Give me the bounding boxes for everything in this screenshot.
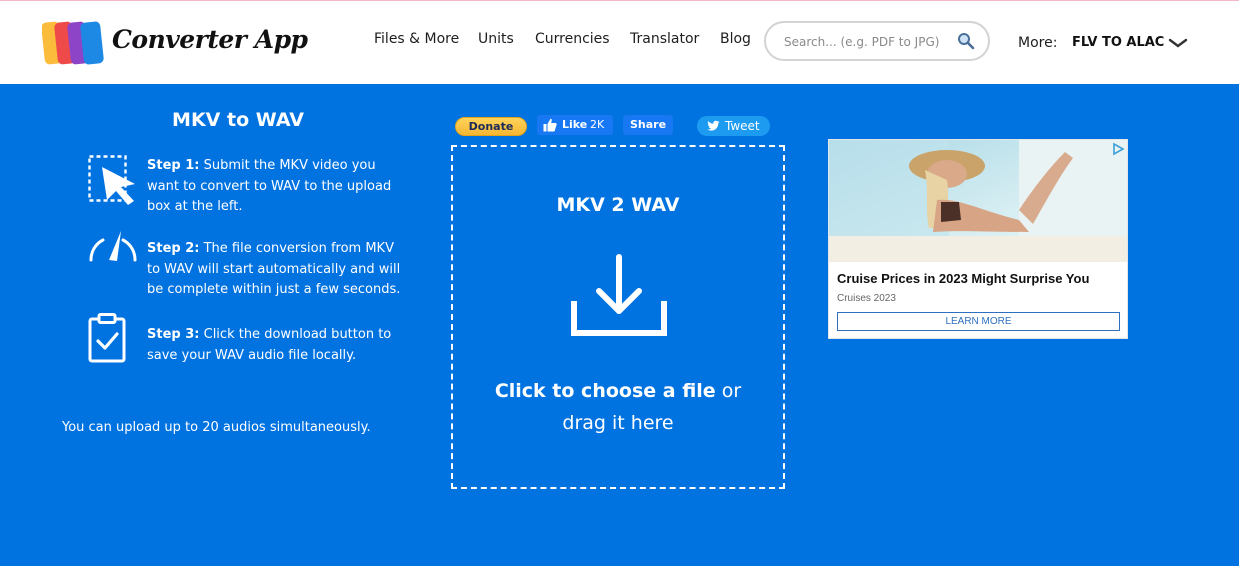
upload-limit-note: You can upload up to 20 audios simultane…	[62, 420, 371, 435]
tweet-button[interactable]: Tweet	[697, 116, 770, 136]
thumbs-up-icon	[543, 118, 557, 132]
choose-file-prompt[interactable]: Click to choose a file or drag it here	[453, 375, 783, 439]
drag-here-text: drag it here	[562, 412, 674, 434]
step-2: Step 2: The file conversion from MKV to …	[147, 239, 409, 301]
brand-name[interactable]: Converter App	[112, 25, 308, 54]
clipboard-check-icon	[88, 313, 126, 363]
site-header: Converter App Files & More Units Currenc…	[0, 1, 1239, 84]
step-2-label: Step 2:	[147, 241, 200, 256]
step-1-label: Step 1:	[147, 158, 200, 173]
nav-units[interactable]: Units	[478, 31, 514, 47]
file-dropzone[interactable]: MKV 2 WAV Click to choose a file or drag…	[451, 145, 785, 489]
advertisement[interactable]: Cruise Prices in 2023 Might Surprise You…	[828, 139, 1128, 339]
step-1: Step 1: Submit the MKV video you want to…	[147, 156, 409, 218]
more-conversion-select[interactable]: FLV TO ALAC	[1072, 35, 1164, 50]
ad-learn-more-button[interactable]: LEARN MORE	[837, 312, 1120, 331]
like-count: 2K	[590, 118, 605, 131]
search-box	[764, 21, 990, 61]
cursor-select-icon	[88, 155, 135, 205]
tweet-label: Tweet	[725, 119, 760, 133]
search-input[interactable]	[784, 32, 954, 52]
facebook-share-button[interactable]: Share	[623, 115, 673, 135]
twitter-bird-icon	[707, 120, 720, 131]
step-3-label: Step 3:	[147, 327, 200, 342]
like-label: Like	[562, 118, 588, 131]
donate-button[interactable]: Donate	[455, 117, 527, 136]
converter-title: MKV 2 WAV	[556, 194, 680, 216]
ad-image[interactable]	[829, 140, 1127, 262]
nav-blog[interactable]: Blog	[720, 31, 751, 47]
nav-translator[interactable]: Translator	[630, 31, 699, 47]
speed-gauge-icon	[89, 231, 137, 262]
ad-title[interactable]: Cruise Prices in 2023 Might Surprise You	[837, 271, 1089, 286]
choose-file-or: or	[715, 380, 742, 402]
nav-currencies[interactable]: Currencies	[535, 31, 610, 47]
choose-file-link[interactable]: Click to choose a file	[495, 380, 716, 402]
nav-files-more[interactable]: Files & More	[374, 31, 459, 47]
more-label: More:	[1018, 35, 1058, 51]
search-icon[interactable]	[957, 32, 975, 50]
page-title: MKV to WAV	[172, 109, 304, 131]
converter-app-logo-icon[interactable]	[42, 20, 104, 66]
facebook-like-button[interactable]: Like 2K	[537, 115, 613, 135]
download-icon	[571, 254, 667, 336]
adchoices-icon[interactable]	[1111, 142, 1125, 156]
ad-source: Cruises 2023	[837, 293, 896, 304]
step-3: Step 3: Click the download button to sav…	[147, 325, 409, 366]
chevron-down-icon[interactable]	[1168, 37, 1188, 49]
